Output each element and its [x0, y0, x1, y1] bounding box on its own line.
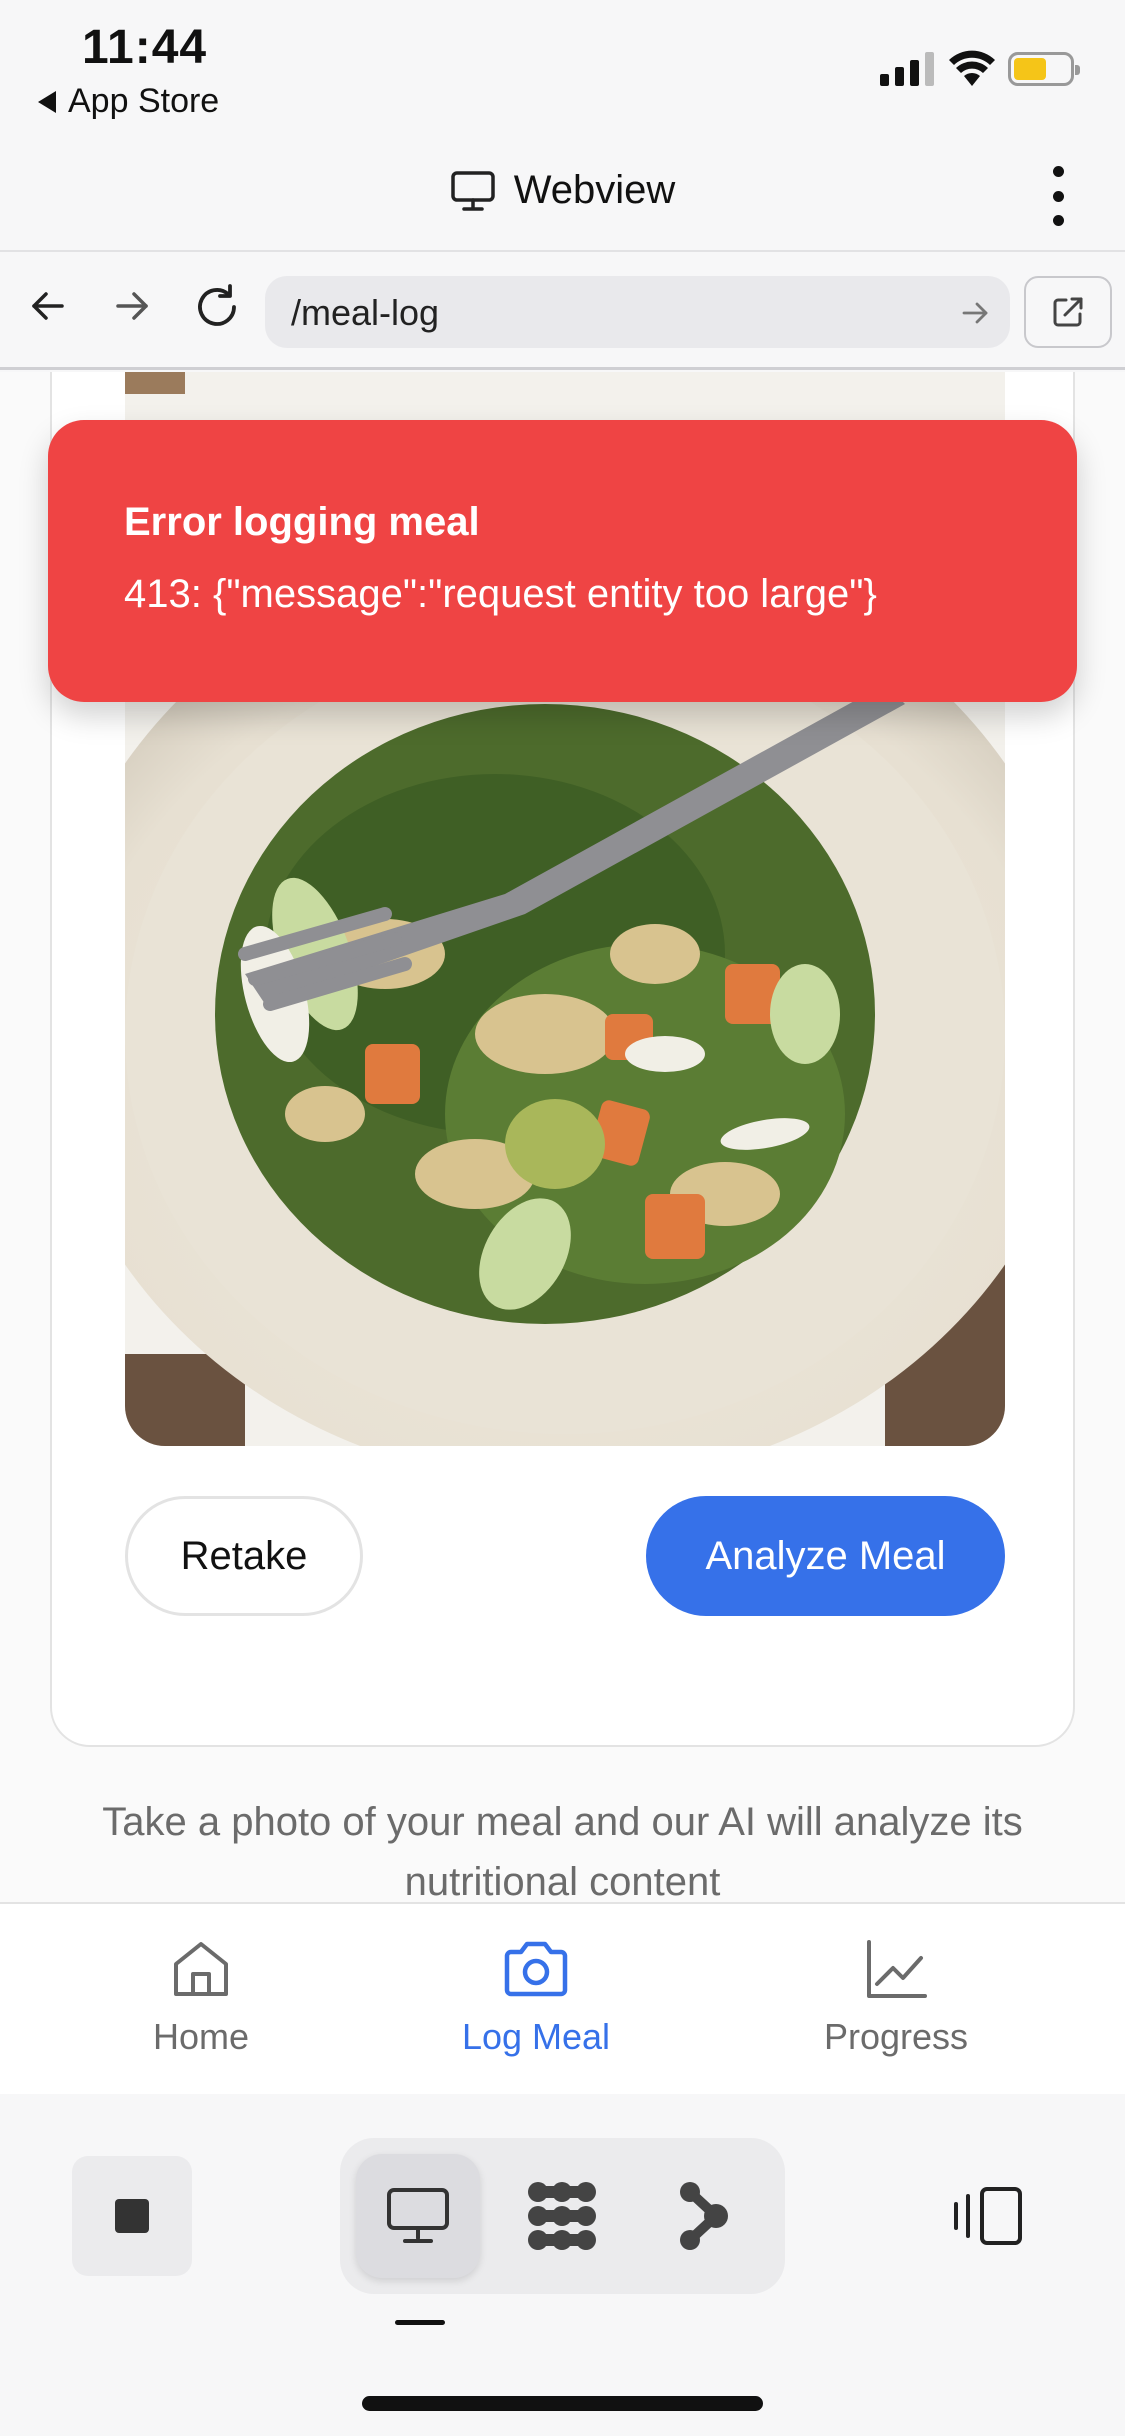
home-indicator [362, 2396, 763, 2411]
graph-nodes-icon [680, 2182, 728, 2250]
battery-icon [1008, 52, 1080, 86]
home-icon [174, 1942, 228, 1996]
retake-button[interactable]: Retake [125, 1496, 363, 1616]
wifi-icon [949, 50, 995, 86]
cellular-signal-icon [880, 50, 934, 86]
status-bar: 11:44 App Store [0, 0, 1125, 140]
url-text[interactable]: /meal-log [291, 292, 439, 334]
side-panel-icon[interactable] [952, 2186, 1026, 2246]
error-toast[interactable]: Error logging meal 413: {"message":"requ… [48, 420, 1077, 702]
analyze-meal-button[interactable]: Analyze Meal [646, 1496, 1005, 1616]
monitor-icon [387, 2188, 449, 2243]
back-app-label: App Store [68, 82, 220, 120]
url-field[interactable]: /meal-log [265, 276, 1010, 348]
toast-title: Error logging meal [124, 500, 480, 544]
stop-button[interactable] [72, 2156, 192, 2276]
stop-icon [115, 2199, 149, 2233]
view-mode-switcher [340, 2138, 785, 2294]
webview-header: Webview [0, 140, 1125, 252]
tab-progress[interactable]: Progress [766, 1936, 1026, 2058]
webview-title: Webview [0, 168, 1125, 213]
open-external-button[interactable] [1024, 276, 1112, 348]
tab-home[interactable]: Home [71, 1936, 331, 2058]
webview-title-text: Webview [513, 168, 676, 212]
bottom-tab-bar: Home Log Meal Progress [0, 1902, 1125, 2094]
mode-indicator [395, 2320, 445, 2325]
external-link-icon [1053, 297, 1083, 327]
back-to-app-link[interactable]: App Store [38, 82, 219, 121]
mode-graph[interactable] [642, 2154, 766, 2278]
url-bar: /meal-log [0, 254, 1125, 370]
mode-monitor[interactable] [356, 2154, 480, 2278]
line-chart-icon [867, 1940, 927, 1998]
helper-text: Take a photo of your meal and our AI wil… [102, 1800, 1023, 1902]
toast-message: 413: {"message":"request entity too larg… [124, 572, 877, 616]
bottom-toolbar [0, 2094, 1125, 2436]
tab-log-meal[interactable]: Log Meal [406, 1936, 666, 2058]
camera-icon [504, 1941, 568, 1997]
more-vertical-icon[interactable] [1051, 166, 1065, 226]
arrow-right-icon[interactable] [112, 286, 152, 326]
monitor-icon [450, 170, 495, 211]
tab-log-meal-label: Log Meal [461, 2016, 611, 2057]
back-triangle-icon [38, 90, 56, 113]
mode-grid[interactable] [500, 2154, 624, 2278]
reload-icon[interactable] [194, 284, 240, 330]
tab-home-label: Home [152, 2016, 250, 2057]
tab-progress-label: Progress [823, 2016, 969, 2057]
arrow-right-icon[interactable] [960, 298, 990, 328]
dots-grid-icon [528, 2182, 596, 2250]
arrow-left-icon[interactable] [28, 286, 68, 326]
status-time: 11:44 [82, 21, 208, 74]
